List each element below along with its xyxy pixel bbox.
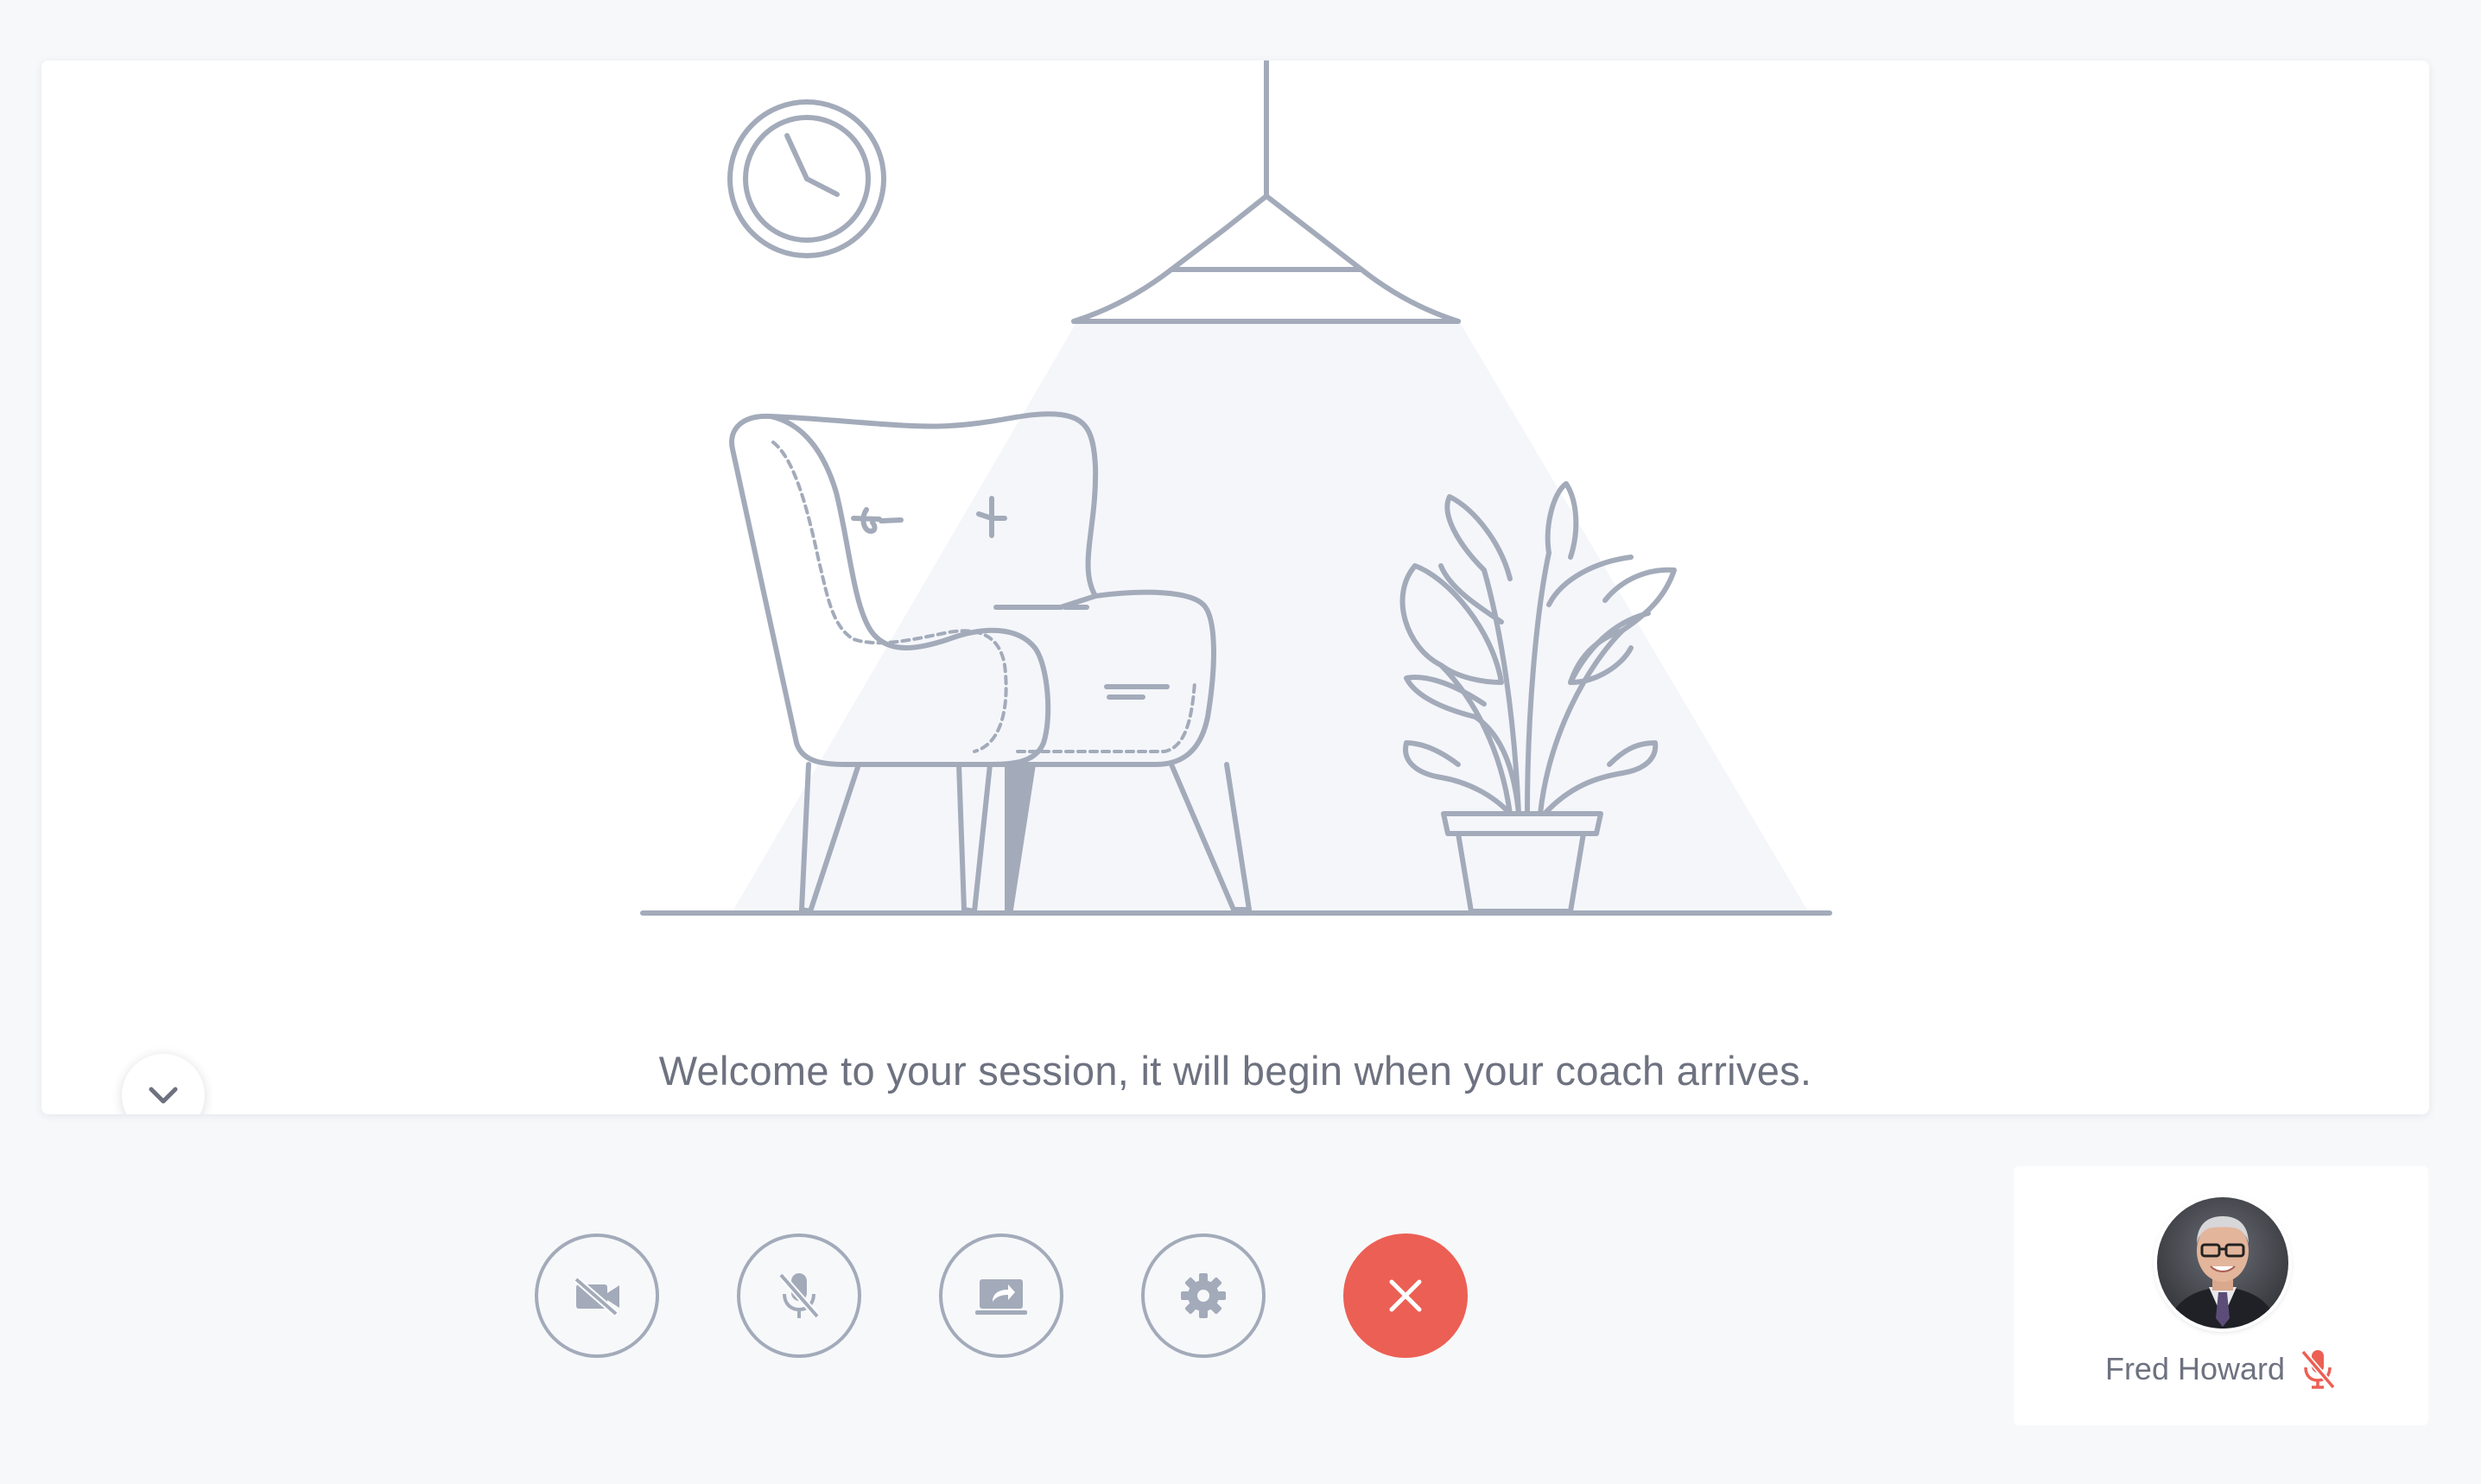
welcome-message: Welcome to your session, it will begin w…	[658, 1048, 1812, 1094]
end-call-button[interactable]	[1343, 1233, 1468, 1358]
close-icon	[1389, 1279, 1422, 1312]
settings-button[interactable]	[1141, 1233, 1266, 1358]
participant-photo	[2157, 1197, 2288, 1329]
screen-share-icon	[975, 1279, 1027, 1315]
call-controls	[535, 1233, 1468, 1358]
video-off-icon	[574, 1276, 619, 1317]
camera-toggle-button[interactable]	[535, 1233, 659, 1358]
microphone-toggle-button[interactable]	[737, 1233, 861, 1358]
participant-tile: Fred Howard	[2014, 1166, 2428, 1425]
video-session-page: Welcome to your session, it will begin w…	[0, 0, 2481, 1484]
chevron-down-icon	[149, 1087, 178, 1104]
gear-icon	[1181, 1273, 1226, 1318]
mic-off-icon	[2300, 1349, 2336, 1390]
waiting-room-illustration	[640, 60, 1832, 916]
mic-off-icon	[777, 1272, 821, 1319]
main-stage: Welcome to your session, it will begin w…	[41, 60, 2429, 1114]
participant-name: Fred Howard	[2104, 1351, 2286, 1386]
share-screen-button[interactable]	[939, 1233, 1063, 1358]
avatar	[2157, 1197, 2288, 1329]
participant-name-row: Fred Howard	[2014, 1348, 2428, 1391]
